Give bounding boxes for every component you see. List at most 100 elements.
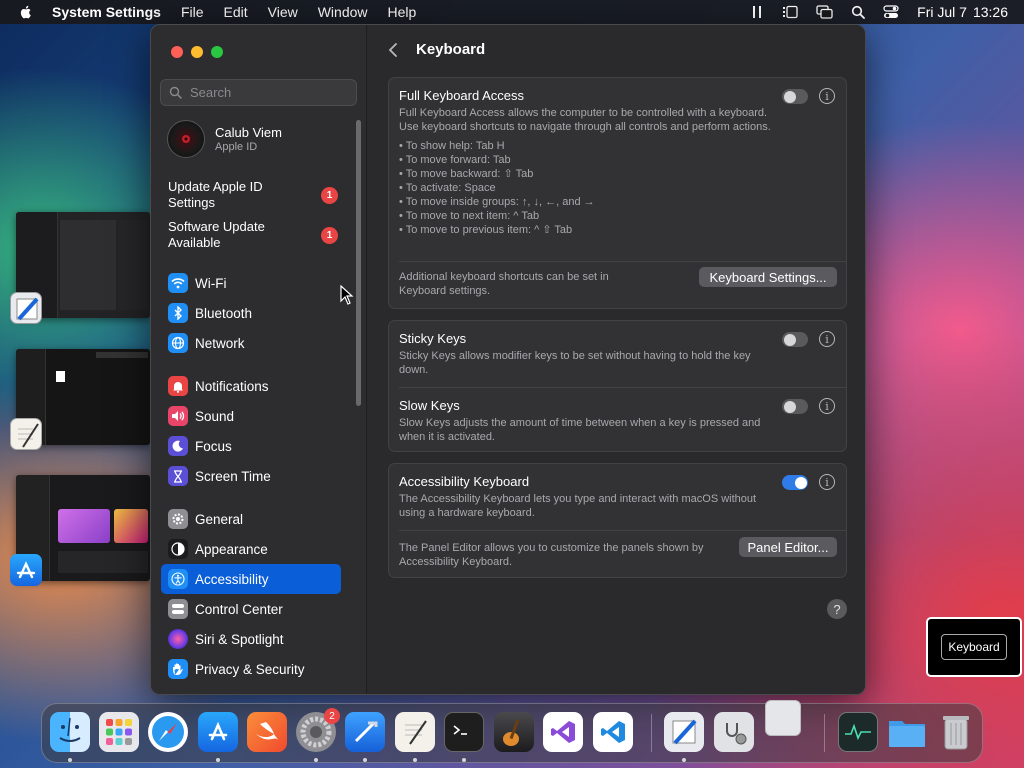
full-keyboard-access-description: Full Keyboard Access allows the computer…	[399, 107, 771, 133]
divider	[399, 261, 846, 262]
back-chevron-icon[interactable]	[388, 42, 398, 58]
pause-icon[interactable]	[750, 5, 764, 19]
sidebar-scrollbar[interactable]	[356, 120, 361, 406]
info-icon[interactable]: i	[819, 398, 835, 414]
info-icon[interactable]: i	[819, 331, 835, 347]
apple-menu-icon[interactable]	[18, 4, 34, 20]
sidebar-item-label: Accessibility	[195, 571, 269, 587]
sidebar-item-focus[interactable]: Focus	[161, 431, 341, 461]
menu-file[interactable]: File	[181, 4, 204, 20]
menu-view[interactable]: View	[268, 4, 298, 20]
mouse-cursor-icon	[340, 285, 354, 305]
page-title: Keyboard	[416, 41, 486, 58]
sidebar-item-appearance[interactable]: Appearance	[161, 534, 341, 564]
notice-label: Update Apple ID Settings	[168, 179, 263, 210]
notification-badge: 1	[321, 187, 338, 204]
menu-edit[interactable]: Edit	[224, 4, 248, 20]
sidebar-item-accessibility[interactable]: Accessibility	[161, 564, 341, 594]
minimize-button[interactable]	[191, 46, 203, 58]
vscode-icon[interactable]	[593, 712, 633, 752]
shortcut-tips-list: • To show help: Tab H • To move forward:…	[399, 139, 836, 237]
textedit-dock-icon[interactable]	[395, 712, 435, 752]
sidebar-item-label: Bluetooth	[195, 305, 253, 321]
terminal-icon[interactable]	[444, 712, 484, 752]
menu-date[interactable]: Fri Jul 7	[917, 4, 967, 20]
control-center-icon	[168, 599, 188, 619]
hourglass-icon	[168, 466, 188, 486]
xcode-instruments-icon[interactable]	[10, 292, 42, 324]
sidebar-item-screen-time[interactable]: Screen Time	[161, 461, 341, 491]
search-icon	[169, 86, 182, 99]
accessibility-keyboard-group: Accessibility Keyboard The Accessibility…	[388, 463, 847, 578]
disk-utility-icon[interactable]	[714, 712, 754, 752]
textedit-icon[interactable]	[10, 418, 42, 450]
launchpad-icon[interactable]	[99, 712, 139, 752]
finder-icon[interactable]	[50, 712, 90, 752]
info-icon[interactable]: i	[819, 474, 835, 490]
xcode-instruments-dock-icon[interactable]	[664, 712, 704, 752]
sticky-keys-description: Sticky Keys allows modifier keys to be s…	[399, 350, 751, 376]
app-menu-system-settings[interactable]: System Settings	[52, 4, 161, 20]
sidebar-item-network[interactable]: Network	[161, 328, 341, 358]
panel-editor-button[interactable]: Panel Editor...	[739, 537, 837, 557]
sidebar-item-control-center[interactable]: Control Center	[161, 594, 341, 624]
blank-window-icon[interactable]	[765, 700, 801, 736]
sticky-slow-keys-group: Sticky Keys Sticky Keys allows modifier …	[388, 320, 847, 452]
sidebar-item-privacy-security[interactable]: Privacy & Security	[161, 654, 341, 684]
trash-icon[interactable]	[936, 712, 976, 752]
menu-help[interactable]: Help	[388, 4, 417, 20]
content-pane: Keyboard Full Keyboard Access Full Keybo…	[368, 25, 865, 694]
visual-studio-icon[interactable]	[543, 712, 583, 752]
keyboard-settings-button[interactable]: Keyboard Settings...	[699, 267, 837, 287]
dock-separator	[824, 714, 825, 752]
close-button[interactable]	[171, 46, 183, 58]
stage-manager-icon[interactable]	[782, 5, 798, 19]
apple-id-profile[interactable]: Calub Viem Apple ID	[167, 120, 282, 158]
menu-bar: System Settings File Edit View Window He…	[0, 0, 1024, 24]
full-keyboard-access-toggle[interactable]	[782, 89, 808, 104]
notification-badge: 1	[321, 227, 338, 244]
screen-mirroring-icon[interactable]	[816, 5, 833, 19]
info-icon[interactable]: i	[819, 88, 835, 104]
sidebar-item-bluetooth[interactable]: Bluetooth	[161, 298, 341, 328]
safari-icon[interactable]	[148, 712, 188, 752]
keyboard-label: Keyboard	[941, 634, 1007, 660]
notice-update-apple-id[interactable]: Update Apple ID Settings 1	[168, 179, 338, 211]
sidebar: Search Calub Viem Apple ID Update Apple …	[151, 25, 367, 694]
speaker-icon	[168, 406, 188, 426]
window-controls	[171, 46, 223, 58]
garageband-icon[interactable]	[494, 712, 534, 752]
sidebar-item-label: Privacy & Security	[195, 661, 305, 677]
sidebar-item-general[interactable]: General	[161, 504, 341, 534]
sticky-keys-title: Sticky Keys	[399, 331, 467, 346]
xcode-icon[interactable]	[345, 712, 385, 752]
sidebar-item-sound[interactable]: Sound	[161, 401, 341, 431]
full-keyboard-access-group: Full Keyboard Access Full Keyboard Acces…	[388, 77, 847, 309]
swift-playgrounds-icon[interactable]	[247, 712, 287, 752]
avatar	[167, 120, 205, 158]
control-center-icon[interactable]	[883, 5, 899, 19]
activity-monitor-icon[interactable]	[838, 712, 878, 752]
downloads-folder-icon[interactable]	[887, 712, 927, 752]
search-field[interactable]: Search	[160, 79, 357, 106]
zoom-button[interactable]	[211, 46, 223, 58]
keyboard-settings-note: Additional keyboard shortcuts can be set…	[399, 271, 609, 297]
menu-window[interactable]: Window	[318, 4, 368, 20]
help-button[interactable]: ?	[827, 599, 847, 619]
sidebar-item-notifications[interactable]: Notifications	[161, 371, 341, 401]
app-store-dock-icon[interactable]	[198, 712, 238, 752]
menu-time[interactable]: 13:26	[973, 4, 1008, 20]
sidebar-item-siri-spotlight[interactable]: Siri & Spotlight	[161, 624, 341, 654]
sticky-keys-toggle[interactable]	[782, 332, 808, 347]
notice-software-update[interactable]: Software Update Available 1	[168, 219, 338, 251]
appearance-icon	[168, 539, 188, 559]
slow-keys-toggle[interactable]	[782, 399, 808, 414]
running-indicator	[216, 758, 220, 762]
sidebar-item-wifi[interactable]: Wi-Fi	[161, 268, 341, 298]
notice-label: Software Update Available	[168, 219, 265, 250]
spotlight-search-icon[interactable]	[851, 5, 866, 19]
app-store-icon[interactable]	[10, 554, 42, 586]
tip-item: • To move to previous item: ^ ⇧ Tab	[399, 224, 573, 236]
accessibility-keyboard-toggle[interactable]	[782, 475, 808, 490]
page-header: Keyboard	[388, 41, 485, 58]
